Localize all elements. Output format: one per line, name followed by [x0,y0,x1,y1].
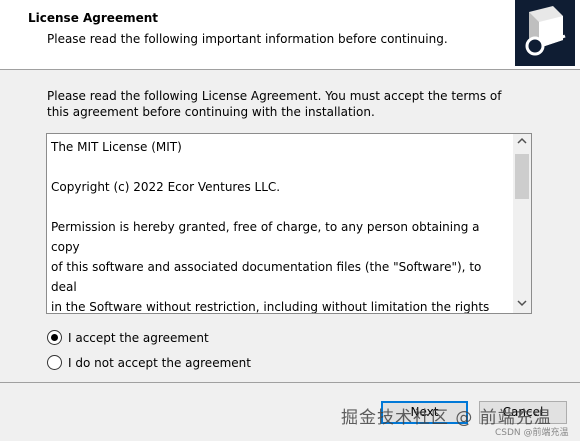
accept-radio[interactable] [47,330,62,345]
vertical-scrollbar[interactable] [513,134,531,313]
accept-label[interactable]: I accept the agreement [68,331,209,345]
chevron-up-icon[interactable] [513,134,531,151]
decline-label[interactable]: I do not accept the agreement [68,356,251,370]
page-subtitle: Please read the following important info… [47,32,448,46]
intro-text: Please read the following License Agreem… [47,89,502,119]
accept-option[interactable]: I accept the agreement [47,330,209,345]
license-textbox[interactable]: The MIT License (MIT) Copyright (c) 2022… [46,133,532,314]
license-text: The MIT License (MIT) Copyright (c) 2022… [51,140,490,314]
scrollbar-thumb[interactable] [515,154,529,199]
wizard-header: License Agreement Please read the follow… [0,0,580,70]
installer-logo-icon [515,0,575,66]
chevron-down-icon[interactable] [513,296,531,313]
footer-divider [0,382,580,383]
decline-radio[interactable] [47,355,62,370]
page-title: License Agreement [28,11,159,25]
watermark-small-text: CSDN @前端充温 [495,428,569,438]
decline-option[interactable]: I do not accept the agreement [47,355,251,370]
